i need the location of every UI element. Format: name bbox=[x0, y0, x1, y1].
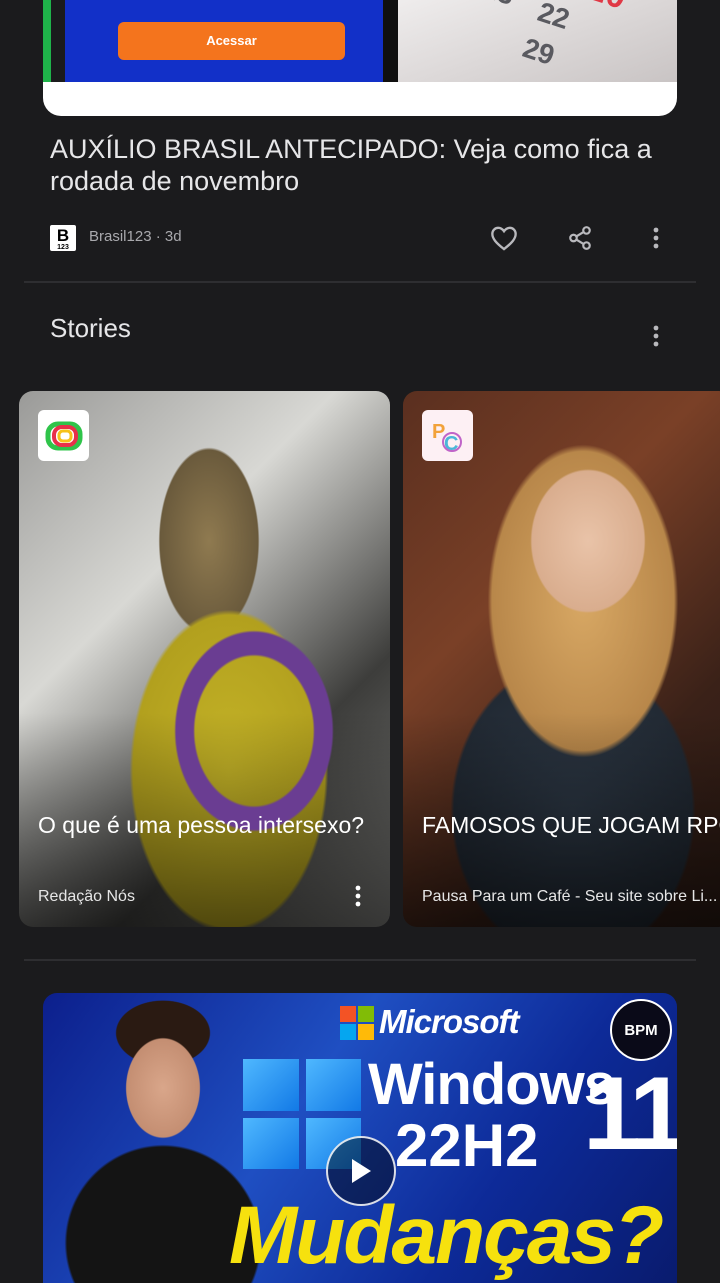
acessar-button-in-image: Acessar bbox=[118, 22, 345, 60]
calendar-number: 22 bbox=[534, 0, 574, 36]
phone-screenshot-image: Acessar bbox=[43, 0, 398, 82]
stories-more-button[interactable] bbox=[636, 316, 676, 356]
calendar-image: 20 23 22 29 bbox=[398, 0, 677, 82]
play-icon bbox=[352, 1159, 371, 1183]
channel-logo: BPM bbox=[610, 999, 672, 1061]
play-button[interactable] bbox=[326, 1136, 396, 1206]
more-vert-icon bbox=[653, 227, 659, 249]
thumbnail-text-number: 11 bbox=[583, 1056, 677, 1172]
thumbnail-headline: Mudanças? bbox=[229, 1190, 664, 1281]
more-vert-icon bbox=[355, 885, 361, 907]
microsoft-logo-icon bbox=[340, 1006, 374, 1040]
article-age: · 3d bbox=[155, 228, 182, 245]
story-card-intersexo[interactable]: O que é uma pessoa intersexo? Redação Nó… bbox=[19, 391, 390, 927]
source-logo: B 123 bbox=[50, 225, 76, 251]
divider bbox=[24, 959, 696, 961]
article-title[interactable]: AUXÍLIO BRASIL ANTECIPADO: Veja como fic… bbox=[50, 133, 670, 197]
story-source: Redação Nós bbox=[38, 888, 135, 905]
brand-text: Microsoft bbox=[379, 1003, 519, 1040]
nos-logo-icon bbox=[45, 421, 82, 450]
calendar-number: 29 bbox=[519, 31, 559, 72]
article-more-button[interactable] bbox=[636, 218, 676, 258]
thumbnail-text-windows: Windows bbox=[368, 1052, 616, 1117]
article-source: Brasil123 · 3d bbox=[89, 228, 182, 245]
heart-icon bbox=[491, 226, 517, 251]
story-more-button[interactable] bbox=[343, 878, 373, 914]
share-button[interactable] bbox=[560, 218, 600, 258]
story-source: Pausa Para um Café - Seu site sobre Li..… bbox=[422, 888, 718, 905]
more-vert-icon bbox=[653, 325, 659, 347]
calendar-number: 23 bbox=[479, 0, 518, 12]
like-button[interactable] bbox=[484, 218, 524, 258]
stories-heading: Stories bbox=[50, 313, 131, 343]
story-headline: O que é uma pessoa intersexo? bbox=[38, 812, 365, 838]
thumbnail-text-version: 22H2 bbox=[395, 1112, 539, 1179]
calendar-number: 20 bbox=[583, 0, 631, 18]
story-card-rpg[interactable]: P C FAMOSOS QUE JOGAM RPG DE MESA! Pausa… bbox=[403, 391, 720, 927]
video-thumbnail[interactable]: Microsoft BPM Windows 22H2 11 Mudanças? bbox=[43, 993, 677, 1283]
story-headline: FAMOSOS QUE JOGAM RPG DE MESA! bbox=[422, 812, 720, 838]
publisher-logo bbox=[38, 410, 89, 461]
publisher-logo: P C bbox=[422, 410, 473, 461]
divider bbox=[24, 281, 696, 283]
source-name: Brasil123 bbox=[89, 228, 152, 245]
share-icon bbox=[569, 226, 591, 250]
article-image[interactable]: Acessar 20 23 22 29 bbox=[43, 0, 677, 116]
pausa-cafe-logo-icon: P C bbox=[432, 421, 462, 455]
